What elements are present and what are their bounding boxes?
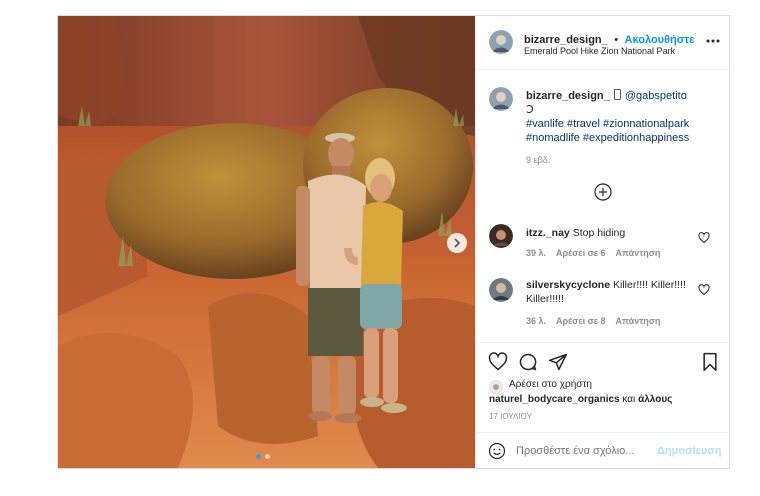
- heart-icon: [698, 284, 710, 296]
- post-image: [58, 16, 475, 468]
- avatar-image: [489, 30, 513, 54]
- comment-username[interactable]: silverskycyclone: [526, 279, 610, 291]
- post-header: bizarre_design_ • Ακολουθήστε Emerald Po…: [476, 16, 730, 70]
- avatar-image: [489, 224, 513, 248]
- comment-button[interactable]: [518, 352, 538, 372]
- follow-button[interactable]: Ακολουθήστε: [625, 34, 695, 46]
- comment-input[interactable]: [516, 442, 656, 460]
- comment-avatar[interactable]: [489, 224, 513, 248]
- share-button[interactable]: [548, 352, 568, 372]
- likes-summary: naturel_bodycare_organics και άλλους: [489, 394, 672, 405]
- likes-prefix: Αρέσει στο χρήστη: [509, 379, 592, 390]
- header-username[interactable]: bizarre_design_: [524, 34, 608, 46]
- more-icon: [706, 39, 720, 43]
- comment-reply-button[interactable]: Απάντηση: [616, 248, 661, 258]
- phone-emoji-icon: [613, 89, 621, 100]
- caption-username[interactable]: bizarre_design_: [526, 90, 610, 102]
- comment-likes[interactable]: Αρέσει σε 8: [556, 316, 606, 326]
- caption-hashtags-1[interactable]: #vanlife #travel #zionnationalpark: [526, 117, 716, 131]
- separator-dot: •: [614, 34, 619, 46]
- carousel-next-button[interactable]: [447, 233, 467, 253]
- plus-circle-icon: [594, 183, 612, 201]
- avatar-image: [489, 278, 513, 302]
- carousel-indicator: [256, 454, 270, 459]
- avatar[interactable]: [489, 30, 513, 54]
- avatar-image: [489, 87, 513, 111]
- comment-likes[interactable]: Αρέσει σε 6: [556, 248, 606, 258]
- comment-item: itzz._nay Stop hiding 39 λ. Αρέσει σε 6 Απ…: [526, 226, 696, 260]
- location-link[interactable]: Emerald Pool Hike Zion National Park: [524, 46, 675, 56]
- carousel-dot-active: [256, 454, 261, 459]
- save-button[interactable]: [700, 352, 720, 372]
- comment-composer: Δημοσίευση: [476, 432, 730, 469]
- post-comment-button[interactable]: Δημοσίευση: [657, 445, 722, 457]
- emoji-button[interactable]: [488, 442, 506, 460]
- caption-line-2: Ↄ: [526, 104, 534, 116]
- post-date: 17 ΙΟΥΛΙΟΥ: [489, 412, 532, 421]
- caption-mention[interactable]: @gabspetito: [625, 90, 687, 102]
- more-options-button[interactable]: [706, 34, 720, 48]
- comment-text: Stop hiding: [572, 227, 626, 239]
- comment-reply-button[interactable]: Απάντηση: [616, 316, 661, 326]
- carousel-dot: [265, 454, 270, 459]
- paper-plane-icon: [548, 353, 568, 371]
- caption-avatar[interactable]: [489, 87, 513, 111]
- load-more-comments-button[interactable]: [594, 183, 612, 201]
- smiley-icon: [488, 442, 506, 460]
- comment-username[interactable]: itzz._nay: [526, 227, 570, 239]
- like-button[interactable]: [488, 352, 508, 372]
- caption-hashtags-2[interactable]: #nomadlife #expeditionhappiness: [526, 131, 716, 145]
- comment-time: 36 λ.: [526, 316, 547, 326]
- comment-time: 39 λ.: [526, 248, 547, 258]
- comment-avatar[interactable]: [489, 278, 513, 302]
- comment-bubble-icon: [519, 353, 537, 371]
- post-caption: bizarre_design_ @gabspetito Ↄ #vanlife #…: [526, 89, 716, 167]
- likes-others-button[interactable]: άλλους: [638, 394, 672, 405]
- liker-avatar[interactable]: [489, 380, 503, 394]
- post-photo[interactable]: [58, 16, 475, 468]
- likes-user[interactable]: naturel_bodycare_organics: [489, 394, 620, 405]
- comment-item: silverskycyclone Killer!!!! Killer!!!! K…: [526, 278, 696, 328]
- avatar-image: [489, 380, 503, 394]
- instagram-post: bizarre_design_ • Ακολουθήστε Emerald Po…: [57, 15, 730, 469]
- comment-like-button[interactable]: [698, 283, 710, 296]
- heart-icon: [698, 232, 710, 244]
- chevron-right-icon: [454, 238, 461, 248]
- caption-time: 9 εβδ.: [526, 155, 551, 165]
- heart-icon: [488, 352, 508, 371]
- likes-connector: και: [622, 394, 636, 405]
- comment-like-button[interactable]: [698, 231, 710, 244]
- post-sidebar: bizarre_design_ • Ακολουθήστε Emerald Po…: [475, 16, 730, 468]
- bookmark-icon: [703, 352, 717, 372]
